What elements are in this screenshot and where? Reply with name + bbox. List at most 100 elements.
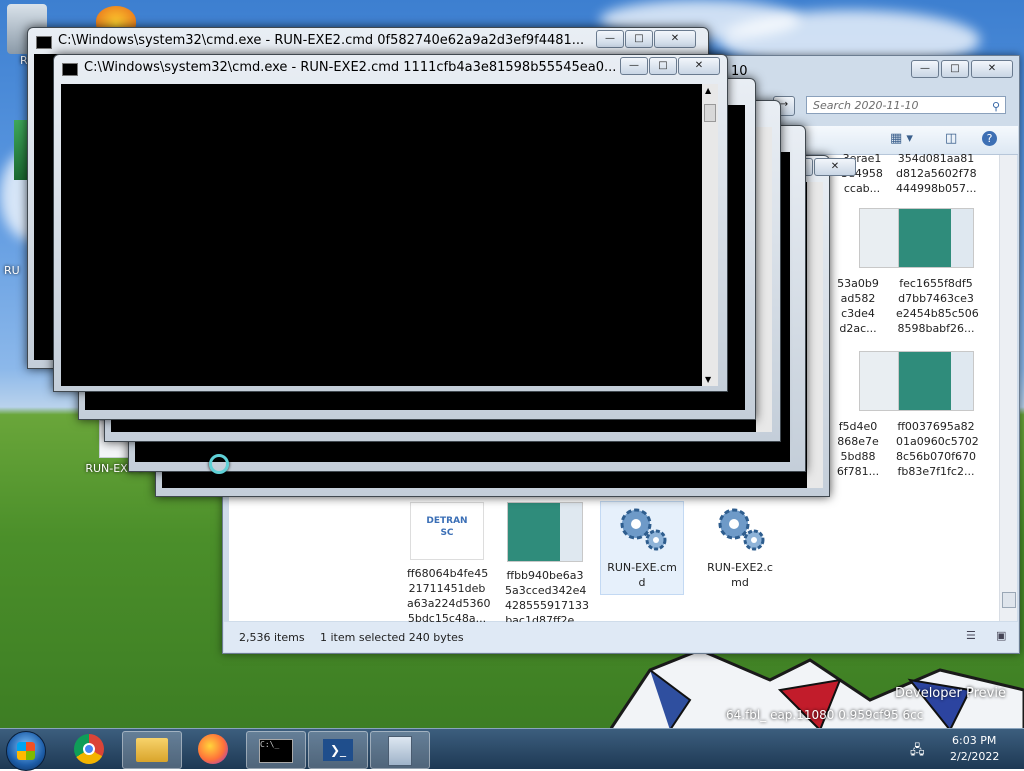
file-thumbnail — [859, 351, 901, 411]
cmd-window-controls: — □ ✕ — [596, 30, 696, 48]
vertical-scrollbar[interactable] — [756, 127, 772, 432]
file-item[interactable]: ff0037695a82 01a0960c5702 8c56b070f670 f… — [896, 351, 979, 479]
close-button[interactable]: ✕ — [678, 57, 720, 75]
file-name: ffbb940be6a3 5a3cced342e4 428555917133 b… — [505, 569, 589, 627]
search-input[interactable]: Search 2020-11-10 ⚲ — [806, 96, 1006, 114]
file-name-line: 5bd88 — [840, 450, 876, 463]
file-name-line: d7bb7463ce3 — [898, 292, 974, 305]
preview-pane-icon[interactable]: ◫ — [945, 131, 957, 146]
cmd-window-1111[interactable]: C:\Windows\system32\cmd.exe - RUN-EXE2.c… — [53, 54, 728, 392]
vertical-scrollbar[interactable] — [807, 182, 823, 488]
clock-time[interactable]: 6:03 PM — [952, 734, 996, 747]
file-thumbnail — [898, 351, 974, 411]
status-item-count: 2,536 items — [239, 631, 305, 644]
taskbar-chrome[interactable] — [60, 731, 118, 767]
help-icon[interactable]: ? — [982, 131, 997, 146]
vertical-scrollbar[interactable] — [999, 155, 1017, 621]
file-name-line: 01a0960c5702 — [896, 435, 979, 448]
vertical-scrollbar[interactable]: ▲ ▼ — [702, 84, 718, 386]
clock-date[interactable]: 2/2/2022 — [950, 750, 999, 763]
file-name-line: fb83e7f1fc2... — [897, 465, 975, 478]
details-view-icon[interactable]: ☰ — [966, 629, 976, 642]
cmd-window-controls: — □ ✕ — [620, 57, 720, 75]
view-options-icon[interactable]: ▦ ▾ — [890, 131, 913, 146]
scroll-up-arrow-icon[interactable]: ▲ — [705, 86, 711, 95]
taskbar-calculator[interactable] — [370, 731, 430, 769]
file-item[interactable]: DETRAN SC ff68064b4fe45 21711451deb a63a… — [407, 502, 491, 626]
file-name-line: 53a0b9 — [837, 277, 879, 290]
scroll-down-arrow-icon[interactable]: ▼ — [705, 375, 711, 384]
cmd-icon: C:\_ — [259, 739, 293, 763]
search-placeholder: Search 2020-11-10 — [813, 99, 919, 112]
file-item[interactable]: 53a0b9 ad582 c3de4 d2ac... — [823, 208, 901, 336]
windows-logo-icon — [17, 742, 35, 760]
file-name-line: f5d4e0 — [838, 420, 878, 433]
cmd-window-title: C:\Windows\system32\cmd.exe - RUN-EXE2.c… — [58, 33, 585, 48]
file-name-line: 8598babf26... — [897, 322, 975, 335]
file-item[interactable]: RUN-EXE2.c md — [699, 502, 781, 590]
close-button[interactable]: ✕ — [654, 30, 696, 48]
cmd-icon — [36, 36, 52, 49]
watermark-developer-preview: Developer Previe — [895, 686, 1006, 701]
file-item[interactable]: fec1655f8df5 d7bb7463ce3 e2454b85c506 85… — [896, 208, 979, 336]
explorer-title-partial: 10 — [731, 64, 748, 79]
explorer-window-controls: — □ ✕ — [911, 60, 1013, 78]
taskbar: C:\_ ❯_ 🖧 6:03 PM 2/2/2022 — [0, 728, 1024, 771]
file-thumbnail-detran: DETRAN SC — [410, 502, 484, 560]
chrome-icon — [74, 734, 104, 764]
minimize-button[interactable]: — — [911, 60, 939, 78]
file-name-line: ad582 — [840, 292, 876, 305]
file-item[interactable]: ffbb940be6a3 5a3cced342e4 428555917133 b… — [505, 502, 589, 628]
file-name: ff68064b4fe45 21711451deb a63a224d5360 5… — [407, 567, 491, 625]
file-name-line: 354d081aa81 — [897, 152, 975, 165]
maximize-button[interactable]: □ — [649, 57, 677, 75]
close-button[interactable]: ✕ — [814, 158, 856, 176]
busy-cursor-icon — [209, 454, 229, 474]
taskbar-explorer[interactable] — [122, 731, 182, 769]
minimize-button[interactable]: — — [620, 57, 648, 75]
cmd-window-title: C:\Windows\system32\cmd.exe - RUN-EXE2.c… — [84, 60, 617, 75]
file-name: RUN-EXE.cm d — [607, 561, 677, 589]
status-bar: 2,536 items 1 item selected 240 bytes ☰ … — [224, 622, 1018, 652]
cmd-icon — [62, 63, 78, 76]
file-name-line: fec1655f8df5 — [899, 277, 973, 290]
calculator-icon — [388, 736, 412, 766]
gear-icon — [710, 502, 770, 554]
maximize-button[interactable]: □ — [625, 30, 653, 48]
file-thumbnail — [859, 208, 901, 268]
scrollbar-thumb[interactable] — [1002, 592, 1016, 608]
file-item[interactable]: f5d4e0 868e7e 5bd88 6f781... — [823, 351, 901, 479]
console-output — [61, 84, 702, 386]
file-name-line: 8c56b070f670 — [896, 450, 976, 463]
file-item-partial[interactable]: 354d081aa81 d812a5602f78 444998b057... — [896, 151, 977, 196]
network-icon[interactable]: 🖧 — [910, 741, 925, 763]
start-button[interactable] — [6, 731, 46, 771]
file-name-line: ccab... — [843, 182, 881, 195]
file-thumbnail — [898, 208, 974, 268]
desktop-icon-label: RU — [4, 264, 20, 277]
file-name-line: d2ac... — [839, 322, 877, 335]
file-name-line: e2454b85c506 — [896, 307, 979, 320]
file-name-line: 6f781... — [836, 465, 880, 478]
search-icon: ⚲ — [991, 100, 1000, 113]
scrollbar-thumb[interactable] — [704, 104, 716, 122]
system-tray: 🖧 6:03 PM 2/2/2022 — [910, 729, 1024, 769]
large-icons-view-icon[interactable]: ▣ — [996, 629, 1006, 642]
file-name: RUN-EXE2.c md — [707, 561, 773, 589]
taskbar-firefox[interactable] — [184, 731, 242, 767]
status-selection: 1 item selected 240 bytes — [320, 631, 464, 644]
taskbar-cmd[interactable]: C:\_ — [246, 731, 306, 769]
file-item-selected[interactable]: RUN-EXE.cm d — [600, 501, 684, 595]
gear-icon — [612, 502, 672, 554]
thumbnail-text: DETRAN SC — [426, 516, 468, 538]
firefox-icon — [198, 734, 228, 764]
file-name-line: ff0037695a82 — [897, 420, 975, 433]
maximize-button[interactable]: □ — [941, 60, 969, 78]
file-name-line: d812a5602f78 — [896, 167, 977, 180]
folder-icon — [136, 738, 168, 762]
file-name-line: c3de4 — [841, 307, 875, 320]
close-button[interactable]: ✕ — [971, 60, 1013, 78]
minimize-button[interactable]: — — [596, 30, 624, 48]
powershell-icon: ❯_ — [323, 739, 353, 761]
taskbar-powershell[interactable]: ❯_ — [308, 731, 368, 769]
